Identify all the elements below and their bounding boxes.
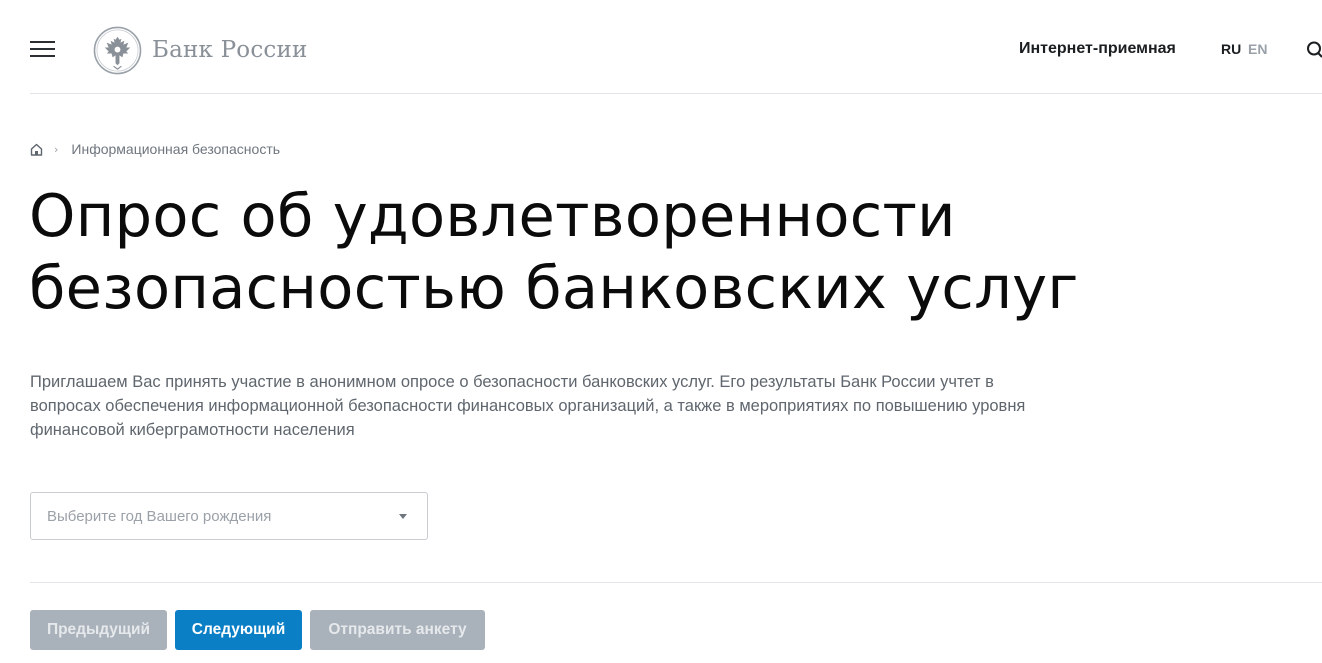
page-title-line-2: безопасностью банковских услуг <box>29 253 1079 322</box>
breadcrumb-separator: › <box>54 142 59 156</box>
site-header: Банк России Интернет-приемная RU EN <box>0 0 1322 94</box>
page-title: Опрос об удовлетворенности безопасностью… <box>29 180 1229 324</box>
next-button[interactable]: Следующий <box>175 610 302 650</box>
logo[interactable]: Банк России <box>93 25 308 75</box>
intro-line-1: Приглашаем Вас принять участие в анонимн… <box>30 373 994 391</box>
page-title-line-1: Опрос об удовлетворенности <box>29 181 956 250</box>
logo-text: Банк России <box>152 37 308 63</box>
caret-down-icon <box>399 514 407 519</box>
breadcrumb: › Информационная безопасность <box>30 140 280 158</box>
submit-survey-button: Отправить анкету <box>310 610 485 650</box>
language-en[interactable]: EN <box>1248 41 1267 57</box>
intro-line-3: финансовой киберграмотности населения <box>30 421 355 439</box>
form-divider <box>30 582 1322 583</box>
birth-year-select[interactable]: Выберите год Вашего рождения <box>30 492 428 540</box>
language-ru[interactable]: RU <box>1221 41 1241 57</box>
reception-link[interactable]: Интернет-приемная <box>1019 40 1176 58</box>
previous-button: Предыдущий <box>30 610 167 650</box>
eagle-emblem-icon <box>93 26 142 74</box>
intro-text: Приглашаем Вас принять участие в анонимн… <box>30 370 1120 442</box>
intro-line-2: вопросах обеспечения информационной безо… <box>30 397 1026 415</box>
breadcrumb-current[interactable]: Информационная безопасность <box>71 141 280 157</box>
hamburger-menu-icon[interactable] <box>30 40 55 58</box>
home-icon[interactable] <box>30 143 43 156</box>
search-icon[interactable] <box>1305 40 1322 60</box>
header-divider <box>30 93 1322 94</box>
birth-year-placeholder: Выберите год Вашего рождения <box>47 508 272 525</box>
